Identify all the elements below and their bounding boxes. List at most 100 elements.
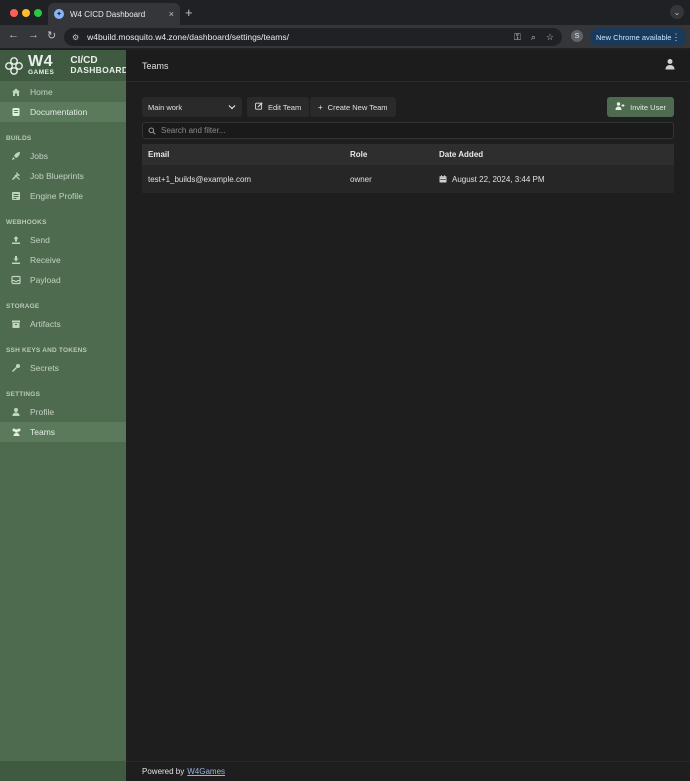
new-tab-button[interactable]: +	[185, 5, 193, 20]
sidebar-item-documentation[interactable]: Documentation	[0, 102, 126, 122]
sidebar-item-jobs[interactable]: Jobs	[0, 146, 126, 166]
address-bar[interactable]: ⚙ w4build.mosquito.w4.zone/dashboard/set…	[64, 28, 562, 46]
create-team-button[interactable]: + Create New Team	[310, 97, 396, 117]
sidebar-item-secrets[interactable]: Secrets	[0, 358, 126, 378]
browser-tab[interactable]: ✦ W4 CICD Dashboard ×	[48, 3, 180, 25]
column-header-email[interactable]: Email	[142, 150, 350, 159]
sidebar-item-label: Teams	[30, 427, 56, 437]
back-icon[interactable]: ←	[8, 29, 19, 41]
tab-close-icon[interactable]: ×	[169, 9, 174, 19]
edit-team-button[interactable]: Edit Team	[247, 97, 310, 117]
tools-icon	[10, 170, 22, 182]
section-ssh-keys: SSH KEYS AND TOKENS	[6, 347, 88, 354]
forward-icon[interactable]: →	[28, 29, 39, 41]
invite-user-label: Invite User	[630, 102, 666, 112]
edit-icon	[255, 102, 263, 112]
book-icon	[10, 106, 22, 118]
rocket-icon	[10, 150, 22, 162]
minimize-window-button[interactable]	[22, 9, 30, 17]
sidebar-item-label: Jobs	[30, 151, 48, 161]
sidebar-item-artifacts[interactable]: Artifacts	[0, 314, 126, 334]
upload-icon	[10, 234, 22, 246]
brand-logo[interactable]: W4 GAMES CI/CD DASHBOARD	[0, 50, 128, 81]
account-user-icon[interactable]	[664, 58, 676, 73]
sidebar-item-label: Payload	[30, 275, 61, 285]
sidebar-footer	[0, 761, 126, 781]
sidebar-item-label: Home	[30, 87, 53, 97]
chrome-update-label: New Chrome available	[596, 32, 672, 42]
section-settings: SETTINGS	[6, 391, 41, 398]
download-icon	[10, 254, 22, 266]
edit-team-label: Edit Team	[268, 102, 302, 112]
cell-email: test+1_builds@example.com	[148, 174, 252, 184]
users-icon	[10, 426, 22, 438]
sidebar-item-send[interactable]: Send	[0, 230, 126, 250]
section-storage: STORAGE	[6, 303, 40, 310]
sidebar-item-label: Receive	[30, 255, 61, 265]
sidebar-item-label: Profile	[30, 407, 55, 417]
search-input[interactable]	[161, 126, 668, 135]
section-webhooks: WEBHOOKS	[6, 219, 47, 226]
column-header-date[interactable]: Date Added	[439, 150, 674, 159]
sidebar-item-receive[interactable]: Receive	[0, 250, 126, 270]
chrome-update-button[interactable]: New Chrome available ⋮	[590, 28, 686, 46]
sidebar-item-label: Documentation	[30, 107, 88, 117]
list-icon	[10, 190, 22, 202]
brand-w4-text: W4	[28, 53, 53, 71]
bookmark-star-icon[interactable]: ☆	[546, 32, 554, 43]
team-select[interactable]: Main work	[142, 97, 242, 117]
url-text[interactable]: w4build.mosquito.w4.zone/dashboard/setti…	[87, 32, 504, 42]
page-header: Teams	[126, 50, 690, 82]
password-key-icon[interactable]: ⚿	[514, 32, 521, 43]
members-table: Email Role Date Added test+1_builds@exam…	[142, 144, 674, 193]
calendar-icon	[439, 175, 447, 183]
cell-date-text: August 22, 2024, 3:44 PM	[452, 174, 545, 184]
sidebar-item-job-blueprints[interactable]: Job Blueprints	[0, 166, 126, 186]
table-row[interactable]: test+1_builds@example.com owner August 2…	[142, 165, 674, 193]
site-info-icon[interactable]: ⚙	[72, 33, 79, 42]
chrome-menu-icon[interactable]: ⋮	[671, 32, 680, 43]
search-icon	[148, 124, 156, 138]
sidebar-item-payload[interactable]: Payload	[0, 270, 126, 290]
section-builds: BUILDS	[6, 135, 32, 142]
chevron-down-icon	[228, 103, 236, 112]
invite-user-button[interactable]: Invite User	[607, 97, 674, 117]
key-icon	[10, 362, 22, 374]
close-window-button[interactable]	[10, 9, 18, 17]
sidebar: W4 GAMES CI/CD DASHBOARD Home Documentat…	[0, 50, 128, 781]
profile-avatar[interactable]: S	[571, 30, 583, 42]
user-plus-icon	[615, 102, 625, 112]
sidebar-item-home[interactable]: Home	[0, 82, 126, 102]
tab-search-icon[interactable]: ⌄	[670, 5, 684, 19]
maximize-window-button[interactable]	[34, 9, 42, 17]
sidebar-item-profile[interactable]: Profile	[0, 402, 126, 422]
column-header-role[interactable]: Role	[350, 150, 439, 159]
inbox-icon	[10, 274, 22, 286]
footer-w4games-link[interactable]: W4Games	[187, 767, 225, 776]
browser-tabstrip: ✦ W4 CICD Dashboard × + ⌄	[0, 0, 690, 25]
sidebar-item-label: Job Blueprints	[30, 171, 84, 181]
browser-toolbar: ← → ↻ ⚙ w4build.mosquito.w4.zone/dashboa…	[0, 25, 690, 49]
reload-icon[interactable]: ↻	[47, 29, 56, 42]
brand-games-text: GAMES	[28, 69, 55, 77]
sidebar-item-engine-profile[interactable]: Engine Profile	[0, 186, 126, 206]
team-select-value: Main work	[148, 102, 183, 112]
cell-date: August 22, 2024, 3:44 PM	[439, 175, 674, 184]
sidebar-item-label: Artifacts	[30, 319, 61, 329]
sidebar-item-label: Engine Profile	[30, 191, 83, 201]
w4-logo-icon	[3, 55, 25, 77]
cell-role: owner	[350, 174, 372, 184]
zoom-icon[interactable]: ⌕	[531, 32, 536, 43]
page-footer: Powered by W4Games	[126, 761, 690, 781]
sidebar-item-label: Secrets	[30, 363, 59, 373]
sidebar-item-teams[interactable]: Teams	[0, 422, 126, 442]
search-box[interactable]	[142, 122, 674, 139]
user-icon	[10, 406, 22, 418]
archive-icon	[10, 318, 22, 330]
sidebar-item-label: Send	[30, 235, 50, 245]
table-header: Email Role Date Added	[142, 144, 674, 165]
footer-text: Powered by	[142, 767, 185, 776]
team-controls: Main work Edit Team + Create New Team In…	[142, 97, 674, 117]
favicon-icon: ✦	[54, 9, 64, 19]
tab-title: W4 CICD Dashboard	[70, 9, 146, 19]
